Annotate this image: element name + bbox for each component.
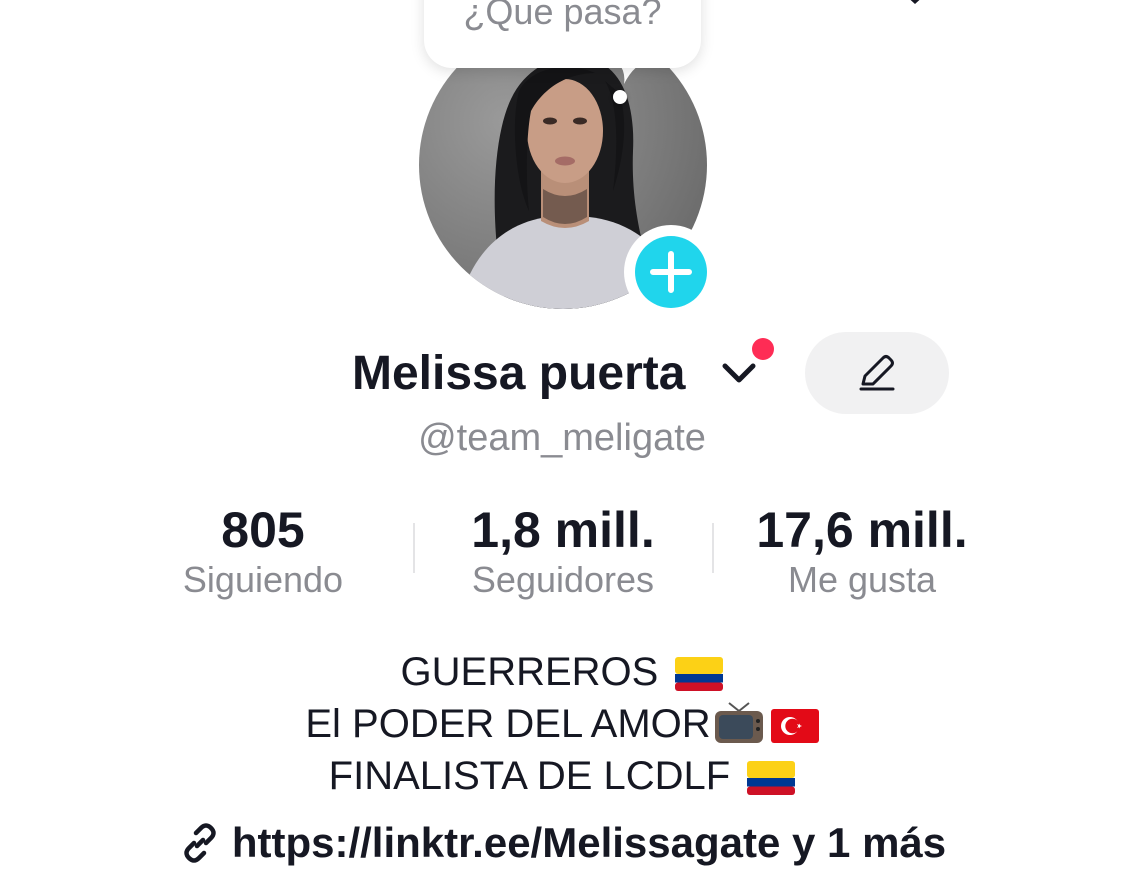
notification-dot (752, 338, 774, 360)
bio-line-text: GUERREROS (400, 650, 659, 694)
link-icon (184, 823, 216, 863)
chevron-down-icon[interactable] (720, 360, 758, 388)
turkey-flag-icon (770, 709, 819, 743)
stat-likes-label: Me gusta (787, 559, 937, 600)
add-story-button[interactable] (624, 225, 718, 319)
username: @team_meligate (418, 417, 706, 459)
status-bubble-text: ¿Que pasa? (463, 0, 662, 32)
display-name[interactable]: Melissa puerta (352, 344, 685, 404)
stat-following[interactable]: 805 Siguiendo (113, 500, 413, 602)
more-links[interactable]: y 1 más (792, 819, 946, 866)
plus-icon (650, 251, 692, 293)
bio-line-text: FINALISTA DE LCDLF (328, 754, 731, 798)
status-bubble-dot (613, 90, 627, 104)
partial-top-icon[interactable] (900, 0, 930, 6)
colombia-flag-icon (747, 761, 796, 795)
bio-line: GUERREROS (0, 646, 1124, 698)
pencil-icon (859, 355, 895, 391)
bio-line: El PODER DEL AMOR (0, 698, 1124, 750)
stat-likes-value: 17,6 mill. (756, 502, 968, 558)
colombia-flag-icon (675, 657, 724, 691)
stat-followers-value: 1,8 mill. (471, 502, 655, 558)
bio-link-row[interactable]: https://linktr.ee/Melissagate y 1 más (0, 814, 1124, 872)
bio-link[interactable]: https://linktr.ee/Melissagate (232, 819, 781, 866)
edit-profile-button[interactable] (805, 332, 949, 414)
status-bubble[interactable]: ¿Que pasa? (424, 0, 701, 68)
stat-following-label: Siguiendo (182, 559, 344, 600)
tv-icon (714, 702, 763, 743)
bio-line: FINALISTA DE LCDLF (0, 750, 1124, 802)
bio-line-text: El PODER DEL AMOR (305, 702, 711, 746)
stat-following-value: 805 (221, 502, 305, 558)
stat-followers-label: Seguidores (471, 559, 655, 600)
stat-likes[interactable]: 17,6 mill. Me gusta (712, 500, 1012, 602)
stat-followers[interactable]: 1,8 mill. Seguidores (413, 500, 713, 602)
